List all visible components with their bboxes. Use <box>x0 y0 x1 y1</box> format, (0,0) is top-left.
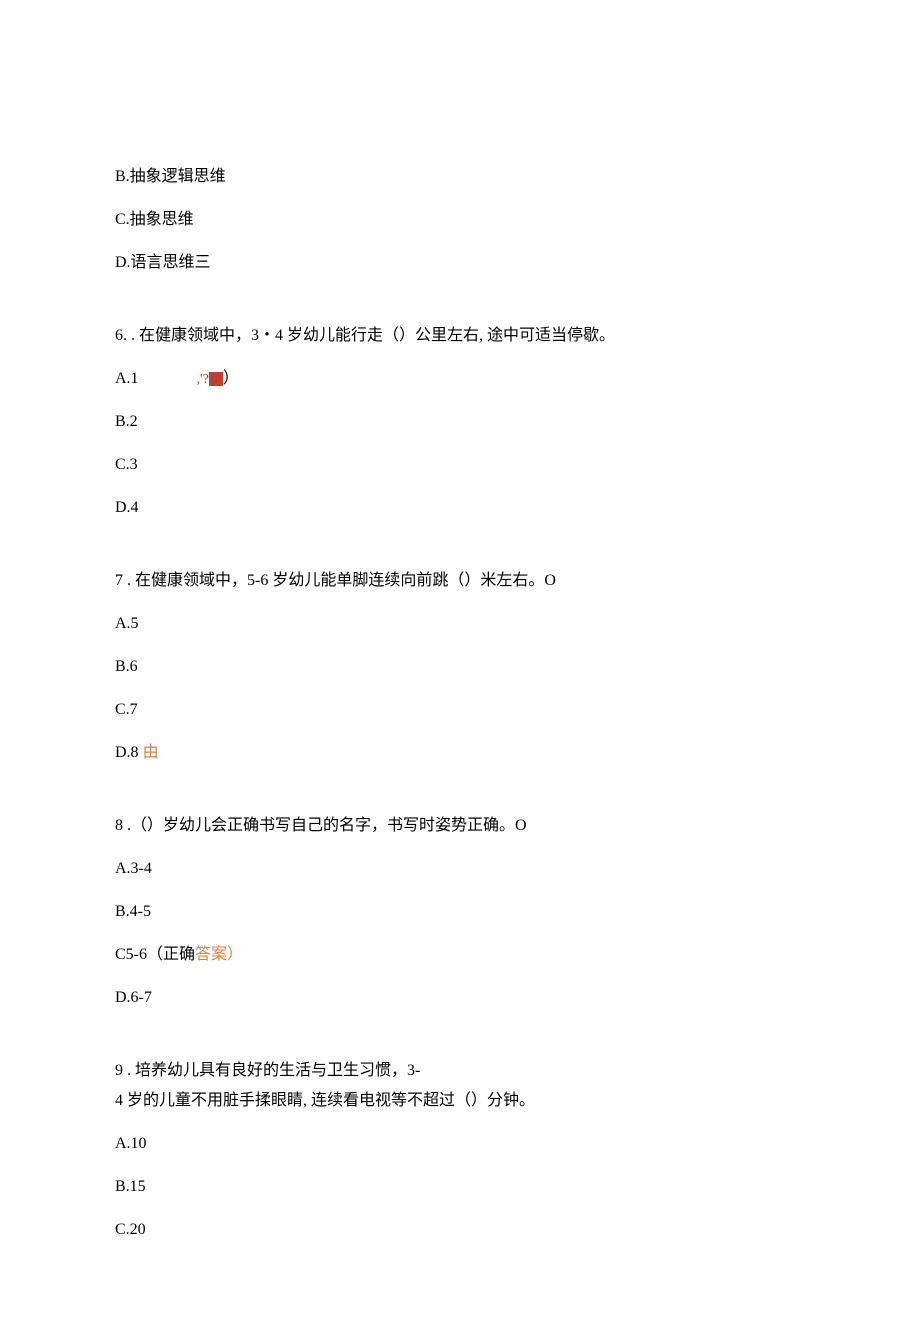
q8-option-d: D.6-7 <box>115 986 805 1010</box>
q7-option-b: B.6 <box>115 655 805 679</box>
q8-stem: 8 .（）岁幼儿会正确书写自己的名字，书写时姿势正确。O <box>115 814 805 838</box>
q6-option-a-paren: ） <box>223 370 239 387</box>
document-page: B.抽象逻辑思维 C.抽象思维 D.语言思维三 6. . 在健康领域中，3・4 … <box>0 0 920 1321</box>
q5-option-b: B.抽象逻辑思维 <box>115 165 805 189</box>
q8-option-a: A.3-4 <box>115 857 805 881</box>
q8-option-c: C5-6（正确答案） <box>115 943 805 967</box>
q6-option-a: A.1 ,'? ） <box>115 367 805 391</box>
q8-option-c-answer: 答案） <box>195 946 243 963</box>
spacer <box>115 1029 805 1059</box>
q5-option-c: C.抽象思维 <box>115 208 805 232</box>
spacer <box>115 784 805 814</box>
block-icon <box>209 372 223 386</box>
q6-option-a-prefix: A.1 <box>115 370 139 387</box>
q6-option-d: D.4 <box>115 496 805 520</box>
q7-option-d-prefix: D.8 <box>115 744 143 761</box>
q8-option-b: B.4-5 <box>115 900 805 924</box>
q6-option-c: C.3 <box>115 453 805 477</box>
q5-option-d: D.语言思维三 <box>115 251 805 275</box>
q7-option-d: D.8 由 <box>115 741 805 765</box>
q9-option-a: A.10 <box>115 1132 805 1156</box>
q9-stem-line2: 4 岁的儿童不用脏手揉眼睛, 连续看电视等不超过（）分钟。 <box>115 1089 805 1113</box>
q6-option-b: B.2 <box>115 410 805 434</box>
q7-option-a: A.5 <box>115 612 805 636</box>
q7-option-d-mark: 由 <box>143 744 159 761</box>
q6-stem: 6. . 在健康领域中，3・4 岁幼儿能行走（）公里左右, 途中可适当停歇。 <box>115 324 805 348</box>
spacer <box>115 294 805 324</box>
q8-option-c-prefix: C5-6（正确 <box>115 946 195 963</box>
q7-option-c: C.7 <box>115 698 805 722</box>
q9-stem-line1: 9 . 培养幼儿具有良好的生活与卫生习惯，3- <box>115 1059 805 1083</box>
q6-option-a-mark: ,'? <box>197 372 209 387</box>
q9-option-c: C.20 <box>115 1218 805 1242</box>
q9-option-b: B.15 <box>115 1175 805 1199</box>
q7-stem: 7 . 在健康领域中，5-6 岁幼儿能单脚连续向前跳（）米左右。O <box>115 569 805 593</box>
spacer <box>115 539 805 569</box>
